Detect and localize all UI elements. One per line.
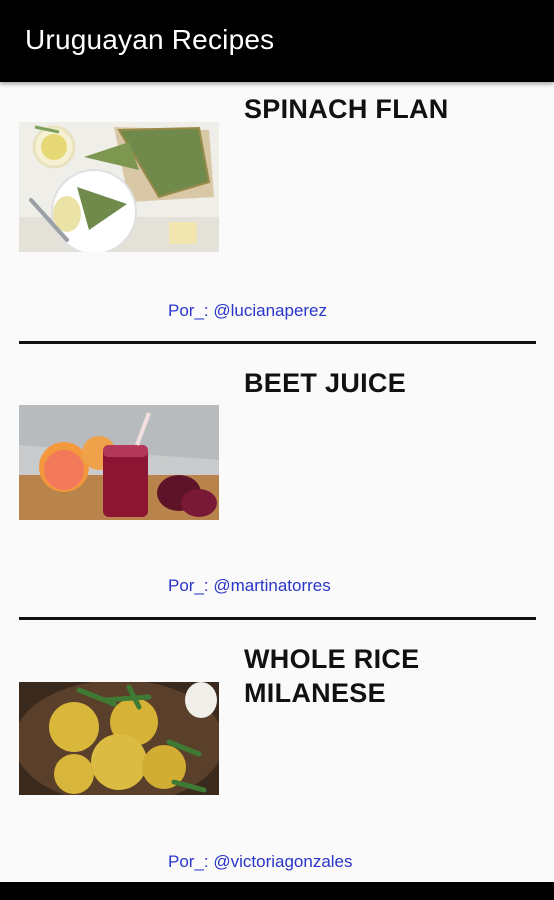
beet-juice-photo [19, 405, 219, 520]
recipe-title: BEET JUICE [244, 368, 407, 398]
recipe-author-link[interactable]: Por_: @martinatorres [168, 576, 331, 596]
recipe-item-whole-rice-milanese[interactable]: WHOLE RICE MILANESE Por_: @victoriagonza… [0, 620, 554, 882]
system-navigation-bar [0, 882, 554, 900]
app-bar: Uruguayan Recipes [0, 0, 554, 82]
app-title: Uruguayan Recipes [25, 24, 275, 55]
recipe-item-beet-juice[interactable]: BEET JUICE Por_: @martinatorres [0, 344, 554, 618]
whole-rice-milanese-photo [19, 682, 219, 795]
recipe-title: WHOLE RICE MILANESE [244, 644, 420, 708]
recipe-author-link[interactable]: Por_: @lucianaperez [168, 301, 327, 321]
recipe-author-link[interactable]: Por_: @victoriagonzales [168, 852, 353, 872]
recipe-title: SPINACH FLAN [244, 94, 449, 124]
spinach-flan-photo [19, 122, 219, 252]
recipe-item-spinach-flan[interactable]: SPINACH FLAN Por_: @lucianaperez [0, 82, 554, 344]
